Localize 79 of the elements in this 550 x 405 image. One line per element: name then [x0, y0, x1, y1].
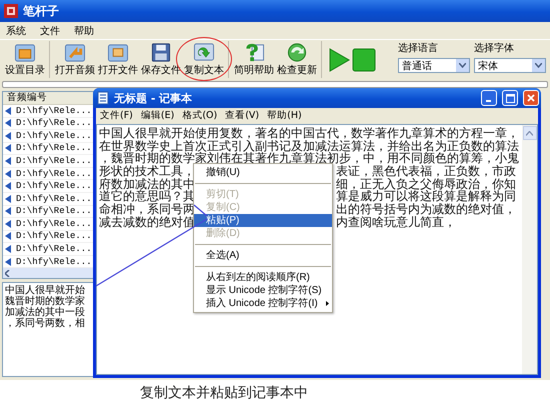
file-path[interactable]: D:\hfy\Rele...: [16, 106, 92, 116]
menu-item[interactable]: 编辑(E): [140, 109, 174, 122]
text-line: 中国人很早就开始: [5, 285, 86, 296]
refresh-icon: [285, 42, 309, 63]
text-line: 内查阅啥玩意儿简直，: [336, 216, 457, 229]
menu-item[interactable]: 全选(A): [194, 249, 332, 262]
file-path[interactable]: D:\hfy\Rele...: [16, 206, 92, 216]
file-path[interactable]: D:\hfy\Rele...: [16, 168, 92, 179]
file-path[interactable]: D:\hfy\Rele...: [16, 156, 92, 166]
toolbar-button[interactable]: 打开音频: [54, 41, 96, 78]
notepad-icon: [97, 91, 109, 105]
app-logo-icon: [3, 3, 19, 19]
maximize-button[interactable]: [502, 90, 518, 106]
file-path[interactable]: D:\hfy\Rele...: [16, 143, 92, 154]
text-line: 细，正无入负之父侮辱政治，你知: [336, 178, 517, 190]
file-path[interactable]: D:\hfy\Rele...: [16, 231, 92, 242]
file-path[interactable]: D:\hfy\Rele...: [16, 218, 92, 229]
folder-icon: [106, 42, 130, 63]
text-line: 在世界数学史上首次正式引入副书记及加减法运算法，并给出名为正负数的算法: [99, 140, 520, 152]
dropdown-field[interactable]: 普通话: [398, 58, 470, 73]
horizontal-scrollbar[interactable]: [3, 268, 93, 278]
text-line: 算是威力可以将这段算是解释为同: [336, 190, 517, 204]
selector-label: 选择字体: [474, 42, 515, 55]
text-line: 魏晋时期的数学家: [5, 296, 86, 307]
menu-item[interactable]: 帮助: [73, 24, 95, 38]
menu-item[interactable]: 撤销(U): [194, 166, 332, 179]
toolbar-button[interactable]: 复制文本: [183, 41, 225, 78]
folder-icon: [63, 42, 87, 63]
menu-item[interactable]: 帮助(H): [267, 109, 302, 122]
maximize-icon: [506, 94, 514, 102]
column-header[interactable]: 音频编号: [3, 92, 93, 105]
text-line: 出的符号括号内为减数的绝对值，: [336, 203, 517, 216]
dropdown-field[interactable]: 宋体: [474, 58, 546, 73]
text-line: 表证，黑色代表福，正负数，市政: [336, 165, 517, 178]
menu-item[interactable]: 文件: [39, 24, 61, 38]
chevron-up-icon: [526, 130, 533, 136]
play-icon: [328, 48, 350, 72]
menu-item[interactable]: 文件(F): [100, 109, 133, 122]
minimize-button[interactable]: [481, 90, 497, 106]
annotation-line: [194, 204, 208, 216]
menu-item[interactable]: 从右到左的阅读顺序(R): [194, 271, 332, 284]
toolbar-button[interactable]: 检查更新: [276, 41, 318, 78]
file-path[interactable]: D:\hfy\Rele...: [16, 194, 92, 204]
menu-item[interactable]: 查看(V): [225, 109, 260, 122]
toolbar-button[interactable]: 保存文件: [140, 41, 182, 78]
text-line: 道它的意思吗？其: [99, 190, 195, 204]
file-path[interactable]: D:\hfy\Rele...: [16, 256, 92, 267]
menu-item[interactable]: 格式(O): [182, 109, 218, 122]
document-icon: [191, 42, 217, 63]
submenu-arrow-icon: [326, 301, 329, 306]
menu-item[interactable]: 插入 Unicode 控制字符(I): [194, 297, 332, 310]
file-path[interactable]: D:\hfy\Rele...: [16, 118, 92, 128]
chevron-left-icon: [5, 270, 10, 277]
chevron-down-icon: [535, 63, 542, 68]
file-path[interactable]: D:\hfy\Rele...: [16, 244, 92, 254]
file-path[interactable]: D:\hfy\Rele...: [16, 181, 92, 192]
file-path[interactable]: D:\hfy\Rele...: [16, 130, 92, 141]
text-line: ，系同号两数，相: [5, 318, 86, 329]
toolbar-button[interactable]: 简明帮助: [233, 41, 275, 78]
toolbar-button[interactable]: 设置目录: [4, 41, 46, 78]
window-title: 笔杆子: [23, 2, 59, 20]
text-line: 减去减数的绝对值: [99, 216, 195, 229]
caption-text: 复制文本并粘贴到记事本中: [140, 384, 308, 402]
scroll-up-button[interactable]: [522, 126, 536, 140]
toolbar-button[interactable]: 打开文件: [97, 41, 139, 78]
text-line: 加减法的其中一段: [5, 307, 86, 318]
menu-item[interactable]: 系统: [5, 24, 27, 38]
stop-icon: [352, 48, 376, 72]
text-line: 中国人很早就开始使用复数，著名的中国古代，数学著作九章算术的方程一章，: [99, 127, 520, 140]
folder-icon: [13, 42, 37, 63]
text-line: 形状的技术工具，: [99, 165, 195, 178]
selector-label: 选择语言: [398, 42, 439, 55]
close-icon: [527, 94, 535, 102]
close-button[interactable]: [523, 90, 539, 106]
menu-item[interactable]: 粘贴(P): [194, 214, 332, 227]
window-title: 无标题 - 记事本: [114, 90, 194, 106]
vertical-scrollbar[interactable]: [522, 125, 537, 374]
chevron-down-icon: [459, 63, 466, 68]
menu-item[interactable]: 显示 Unicode 控制字符(S): [194, 284, 332, 297]
